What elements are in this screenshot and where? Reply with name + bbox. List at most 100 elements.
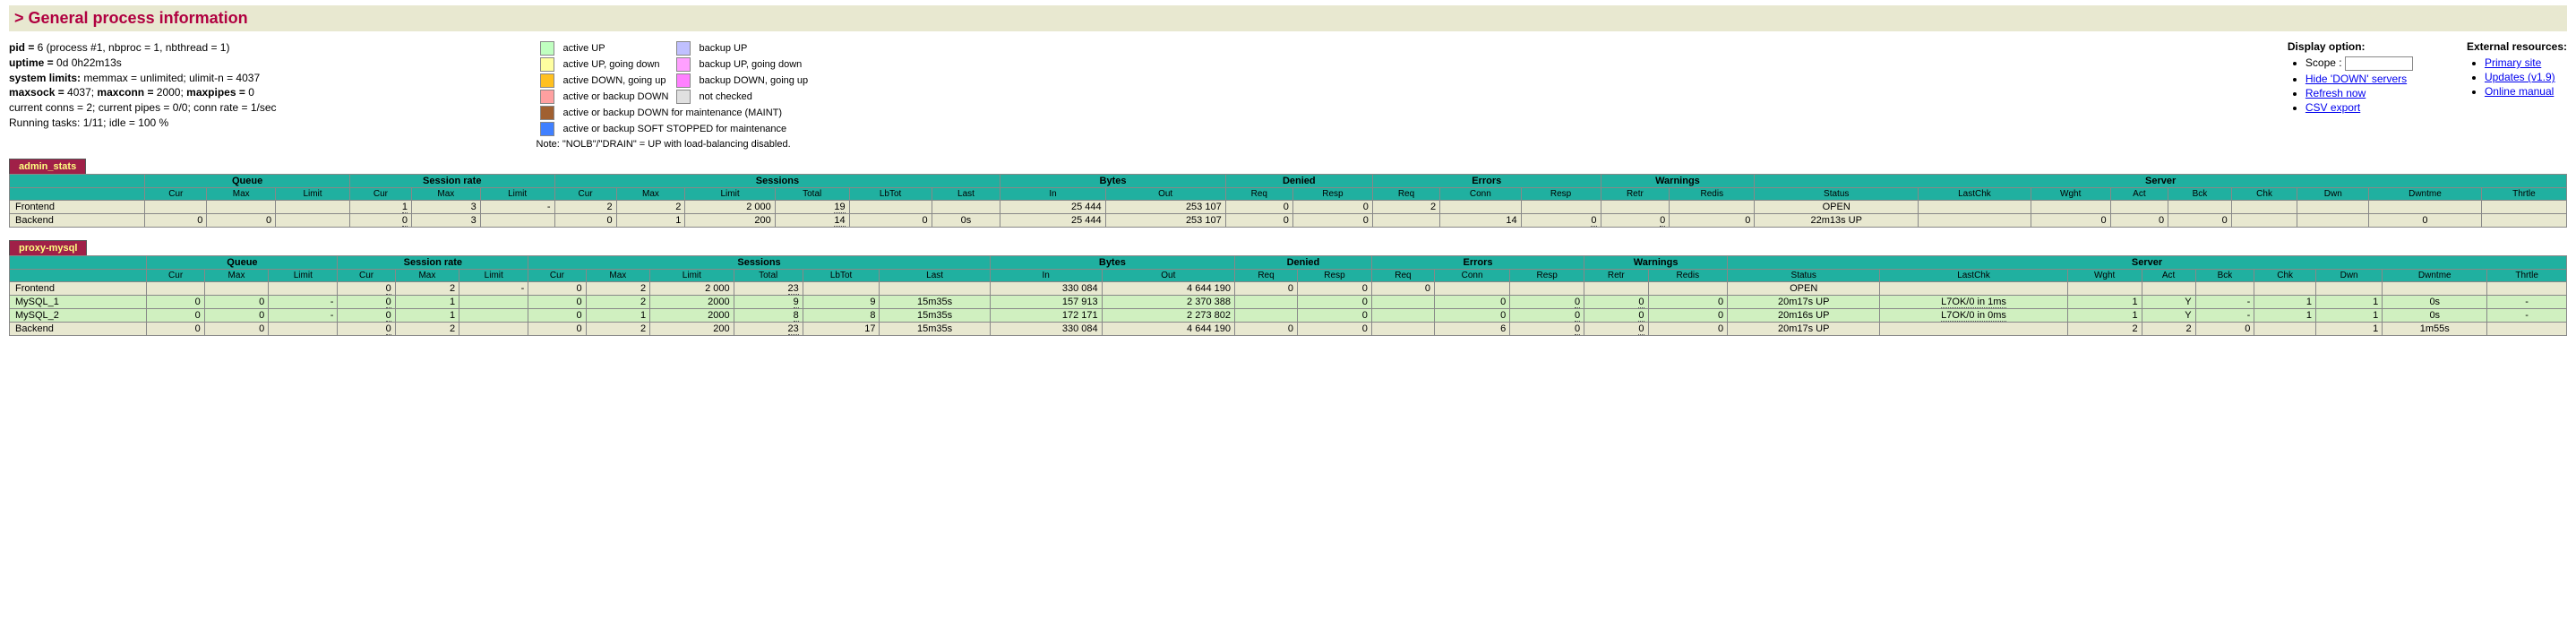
cell-s_lim: 2 000	[685, 201, 775, 214]
primary-site-link[interactable]: Primary site	[2485, 56, 2541, 69]
legend-label: active or backup DOWN	[560, 89, 673, 105]
cell-dwntme: 0	[2369, 214, 2482, 228]
col-header: LbTot	[849, 188, 932, 201]
col-header: Redis	[1648, 270, 1728, 282]
cell-chk: 1	[2254, 296, 2316, 309]
refresh-link[interactable]: Refresh now	[2306, 87, 2366, 99]
cell-q_lim	[276, 201, 350, 214]
cell-lbtot	[803, 282, 880, 296]
col-header: Max	[395, 270, 459, 282]
hide-down-link[interactable]: Hide 'DOWN' servers	[2306, 73, 2407, 85]
cell-thrtle	[2481, 201, 2566, 214]
scope-input[interactable]	[2345, 56, 2413, 71]
maxconn-value: 2000;	[157, 86, 186, 99]
cell-sr_max: 1	[395, 309, 459, 323]
cell-e_resp: 0	[1510, 296, 1584, 309]
cell-e_req: 0	[1371, 282, 1434, 296]
legend-swatch	[673, 89, 696, 105]
col-header: Cur	[147, 270, 204, 282]
cell-b_in: 330 084	[990, 282, 1102, 296]
cell-bck: -	[2195, 296, 2254, 309]
cell-lastchk: L7OK/0 in 1ms	[1880, 296, 2067, 309]
cell-lbtot	[849, 201, 932, 214]
col-group: Queue	[147, 256, 338, 270]
cell-d_req: 0	[1225, 201, 1292, 214]
col-group: Sessions	[528, 256, 990, 270]
col-header: Out	[1102, 270, 1234, 282]
cell-s_max: 2	[586, 282, 649, 296]
col-header	[10, 188, 145, 201]
cell-e_req	[1371, 323, 1434, 336]
cell-lbtot: 17	[803, 323, 880, 336]
cell-sr_lim: -	[480, 201, 554, 214]
cell-s_cur: 0	[528, 323, 586, 336]
cell-wght	[2031, 201, 2110, 214]
cell-b_out: 253 107	[1105, 201, 1225, 214]
col-header: Max	[586, 270, 649, 282]
cell-thrtle	[2487, 282, 2567, 296]
cell-q_max	[207, 201, 276, 214]
cell-dwntme: 0s	[2383, 309, 2487, 323]
cell-name: MySQL_1	[10, 296, 147, 309]
proxy-title[interactable]: admin_stats	[9, 159, 86, 174]
cell-act: Y	[2142, 296, 2195, 309]
cell-s_cur: 0	[528, 296, 586, 309]
col-header: Dwntme	[2369, 188, 2482, 201]
col-header: Limit	[276, 188, 350, 201]
manual-link[interactable]: Online manual	[2485, 85, 2554, 98]
cell-lastchk	[1919, 201, 2031, 214]
display-options: Display option: Scope : Hide 'DOWN' serv…	[2288, 40, 2413, 150]
col-header: Bck	[2195, 270, 2254, 282]
col-group: Errors	[1372, 175, 1601, 188]
cell-chk: 1	[2254, 309, 2316, 323]
cell-q_max: 0	[204, 309, 268, 323]
cell-q_lim	[276, 214, 350, 228]
cell-sr_cur: 0	[338, 323, 395, 336]
cell-s_cur: 0	[528, 282, 586, 296]
col-header: Status	[1755, 188, 1919, 201]
cell-chk	[2254, 323, 2316, 336]
col-header: Limit	[269, 270, 338, 282]
cell-sr_cur: 1	[349, 201, 411, 214]
col-header: Cur	[554, 188, 616, 201]
col-header: Cur	[528, 270, 586, 282]
cell-sr_cur: 0	[338, 282, 395, 296]
cell-d_resp: 0	[1292, 214, 1372, 228]
cell-s_lim: 2000	[650, 296, 734, 309]
cell-q_max: 0	[204, 296, 268, 309]
updates-link[interactable]: Updates (v1.9)	[2485, 71, 2555, 83]
col-group: Denied	[1225, 175, 1372, 188]
scope-label: Scope :	[2306, 56, 2342, 69]
cell-e_req	[1372, 214, 1439, 228]
cell-s_lim: 200	[650, 323, 734, 336]
cell-e_conn	[1440, 201, 1521, 214]
cell-bck	[2195, 282, 2254, 296]
cell-status: OPEN	[1755, 201, 1919, 214]
col-header: In	[990, 270, 1102, 282]
col-group: Warnings	[1584, 256, 1728, 270]
cell-sr_max: 1	[395, 296, 459, 309]
cell-chk	[2231, 214, 2297, 228]
legend-label: active or backup SOFT STOPPED for mainte…	[560, 121, 812, 137]
col-group: Sessions	[554, 175, 1000, 188]
table-row: Backend0003012001400s25 444253 107001400…	[10, 214, 2567, 228]
uptime-value: 0d 0h22m13s	[56, 56, 122, 69]
proxy-title[interactable]: proxy-mysql	[9, 240, 87, 255]
col-header: Wght	[2031, 188, 2110, 201]
col-group	[10, 256, 147, 270]
csv-export-link[interactable]: CSV export	[2306, 101, 2360, 114]
cell-sr_cur: 0	[338, 296, 395, 309]
display-heading: Display option:	[2288, 40, 2366, 53]
col-header: Limit	[459, 270, 528, 282]
col-header: Total	[734, 270, 803, 282]
col-header	[10, 270, 147, 282]
cell-s_max: 1	[616, 214, 685, 228]
cell-wght	[2067, 282, 2142, 296]
cell-b_in: 157 913	[990, 296, 1102, 309]
cell-w_retr	[1584, 282, 1648, 296]
cell-e_resp: 0	[1510, 323, 1584, 336]
cell-q_lim: -	[269, 296, 338, 309]
cell-b_out: 2 370 388	[1102, 296, 1234, 309]
col-header: Limit	[480, 188, 554, 201]
pid-label: pid =	[9, 41, 38, 54]
